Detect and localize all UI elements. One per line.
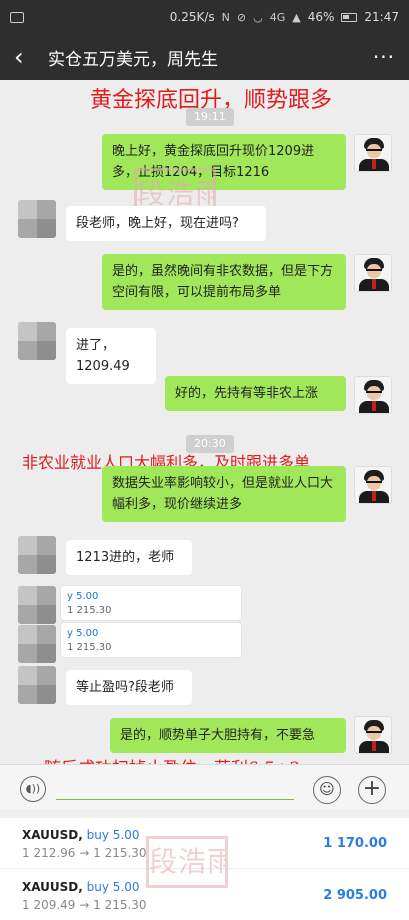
trade-card-price: 1 215.30 [67, 605, 112, 616]
status-bar: 0.25K/s N ⊘ ◡ 4G ▲ 46% 21:47 [0, 0, 409, 34]
trade-profit: 2 905.00 [323, 888, 387, 903]
user-avatar[interactable] [354, 716, 392, 754]
wifi-icon: ◡ [253, 10, 263, 24]
contact-avatar[interactable] [18, 200, 56, 238]
trade-prices: 1 209.49 → 1 215.30 [22, 898, 147, 912]
trade-profit: 1 170.00 [323, 836, 387, 851]
clock: 21:47 [364, 10, 399, 24]
chat-area[interactable]: 黄金探底回升，顺势跟多 19:11 晚上好，黄金探底回升现价1209进多，止损1… [0, 80, 409, 779]
phone-screen: 0.25K/s N ⊘ ◡ 4G ▲ 46% 21:47 ‹ 实仓五万美元，周先… [0, 0, 409, 920]
trade-history-panel: XAUUSD, buy 5.00 1 212.96 → 1 215.30 1 1… [0, 812, 409, 920]
contact-avatar[interactable] [18, 625, 56, 663]
network-speed: 0.25K/s [169, 10, 215, 24]
message-bubble-outgoing[interactable]: 是的，虽然晚间有非农数据，但是下方空间有限，可以提前布局多单 [102, 254, 346, 310]
message-bubble-incoming[interactable]: 进了，1209.49 [66, 328, 156, 384]
trade-symbol-line: XAUUSD, buy 5.00 [22, 880, 140, 894]
trade-symbol: XAUUSD, [22, 880, 83, 894]
trade-side: buy 5.00 [86, 828, 140, 842]
trade-side: buy 5.00 [86, 880, 140, 894]
trade-card-price: 1 215.30 [67, 642, 112, 653]
mute-icon: ⊘ [236, 10, 247, 24]
user-avatar[interactable] [354, 134, 392, 172]
message-bubble-incoming[interactable]: 等止盈吗?段老师 [66, 670, 192, 705]
plus-icon[interactable]: + [358, 776, 386, 804]
network-type: 4G [269, 10, 286, 24]
chat-title: 实仓五万美元，周先生 [48, 49, 218, 70]
trade-card-side: y 5.00 [67, 628, 99, 639]
more-icon[interactable]: ··· [373, 45, 395, 69]
battery-level: 46% [307, 10, 335, 24]
battery-icon [341, 12, 358, 22]
message-bubble-incoming[interactable]: 段老师，晚上好，现在进吗? [66, 206, 266, 241]
nfc-icon: N [221, 10, 230, 24]
gallery-icon [10, 11, 24, 23]
message-bubble-outgoing[interactable]: 是的，顺势单子大胆持有，不要急 [110, 718, 346, 753]
message-bubble-outgoing[interactable]: 好的，先持有等非农上涨 [165, 376, 346, 411]
message-bubble-outgoing[interactable]: 数据失业率影响较小，但是就业人口大幅利多，现价继续进多 [102, 466, 346, 522]
message-input[interactable] [56, 799, 294, 800]
input-bar: ◖)) ☺ + [0, 764, 409, 810]
contact-avatar[interactable] [18, 322, 56, 360]
trade-card[interactable]: y 5.00 1 215.30 [60, 585, 242, 621]
trade-card[interactable]: y 5.00 1 215.30 [60, 622, 242, 658]
contact-avatar[interactable] [18, 586, 56, 624]
voice-icon[interactable]: ◖)) [20, 776, 46, 802]
signal-icon: ▲ [292, 10, 301, 24]
trade-card-side: y 5.00 [67, 591, 99, 602]
trade-symbol: XAUUSD, [22, 828, 83, 842]
trade-symbol-line: XAUUSD, buy 5.00 [22, 828, 140, 842]
watermark-stamp: 段浩雨 [146, 836, 228, 888]
user-avatar[interactable] [354, 254, 392, 292]
emoji-icon[interactable]: ☺ [313, 776, 341, 804]
contact-avatar[interactable] [18, 536, 56, 574]
user-avatar[interactable] [354, 376, 392, 414]
contact-avatar[interactable] [18, 666, 56, 704]
user-avatar[interactable] [354, 466, 392, 504]
trade-prices: 1 212.96 → 1 215.30 [22, 846, 147, 860]
message-bubble-incoming[interactable]: 1213进的，老师 [66, 540, 192, 575]
back-button[interactable]: ‹ [14, 43, 38, 71]
chat-header: ‹ 实仓五万美元，周先生 ··· [0, 34, 409, 80]
timestamp: 19:11 [186, 108, 234, 126]
